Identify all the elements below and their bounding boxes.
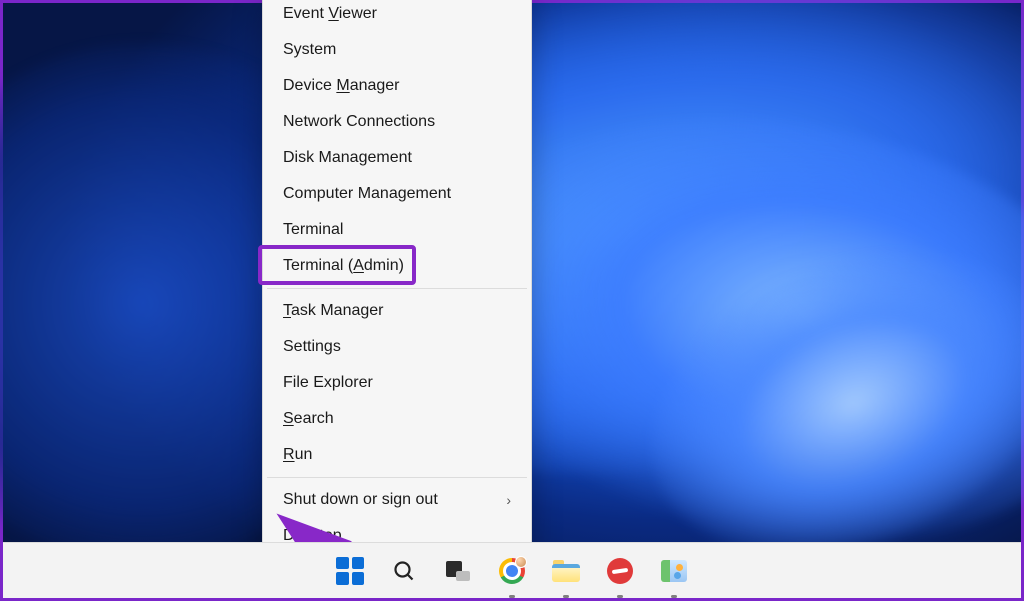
menu-item-label: System [283, 41, 336, 59]
menu-item-shut-down[interactable]: Shut down or sign out › [263, 482, 531, 518]
menu-item-file-explorer[interactable]: File Explorer [263, 365, 531, 401]
menu-item-disk-management[interactable]: Disk Management [263, 140, 531, 176]
windows-logo-icon [336, 557, 364, 585]
menu-item-label: Disk Management [283, 149, 412, 167]
menu-item-task-manager[interactable]: Task Manager [263, 293, 531, 329]
start-button[interactable] [330, 551, 370, 591]
menu-item-system[interactable]: System [263, 32, 531, 68]
search-icon [392, 559, 416, 583]
file-explorer-icon [552, 560, 580, 582]
menu-item-label: Search [283, 410, 334, 428]
menu-item-label: Run [283, 446, 312, 464]
menu-item-label: Terminal [283, 221, 343, 239]
menu-item-label: Task Manager [283, 302, 384, 320]
winx-context-menu: Event Viewer System Device Manager Network … [262, 0, 532, 559]
taskbar [3, 542, 1021, 598]
menu-item-search[interactable]: Search [263, 401, 531, 437]
menu-item-label: Network Connections [283, 113, 435, 131]
menu-item-network-connections[interactable]: Network Connections [263, 104, 531, 140]
media-app[interactable] [600, 551, 640, 591]
search-button[interactable] [384, 551, 424, 591]
file-explorer-app[interactable] [546, 551, 586, 591]
menu-item-label: Shut down or sign out [283, 491, 438, 509]
menu-item-label: Terminal (Admin) [283, 257, 404, 275]
menu-item-device-manager[interactable]: Device Manager [263, 68, 531, 104]
task-view-icon [446, 561, 470, 581]
menu-item-event-viewer[interactable]: Event Viewer [263, 0, 531, 32]
menu-item-settings[interactable]: Settings [263, 329, 531, 365]
menu-item-terminal-admin[interactable]: Terminal (Admin) [263, 248, 531, 284]
chrome-icon [499, 558, 525, 584]
menu-item-run[interactable]: Run [263, 437, 531, 473]
menu-item-label: Event Viewer [283, 5, 377, 23]
menu-item-label: File Explorer [283, 374, 373, 392]
menu-item-label: Computer Management [283, 185, 451, 203]
menu-item-label: Device Manager [283, 77, 400, 95]
chrome-app[interactable] [492, 551, 532, 591]
media-disc-icon [607, 558, 633, 584]
menu-separator [267, 477, 527, 478]
menu-item-label: Settings [283, 338, 341, 356]
control-panel-icon [661, 560, 687, 582]
control-panel-app[interactable] [654, 551, 694, 591]
profile-badge-icon [515, 556, 527, 568]
menu-item-computer-management[interactable]: Computer Management [263, 176, 531, 212]
menu-separator [267, 288, 527, 289]
menu-item-terminal[interactable]: Terminal [263, 212, 531, 248]
chevron-right-icon: › [506, 492, 511, 508]
task-view-button[interactable] [438, 551, 478, 591]
